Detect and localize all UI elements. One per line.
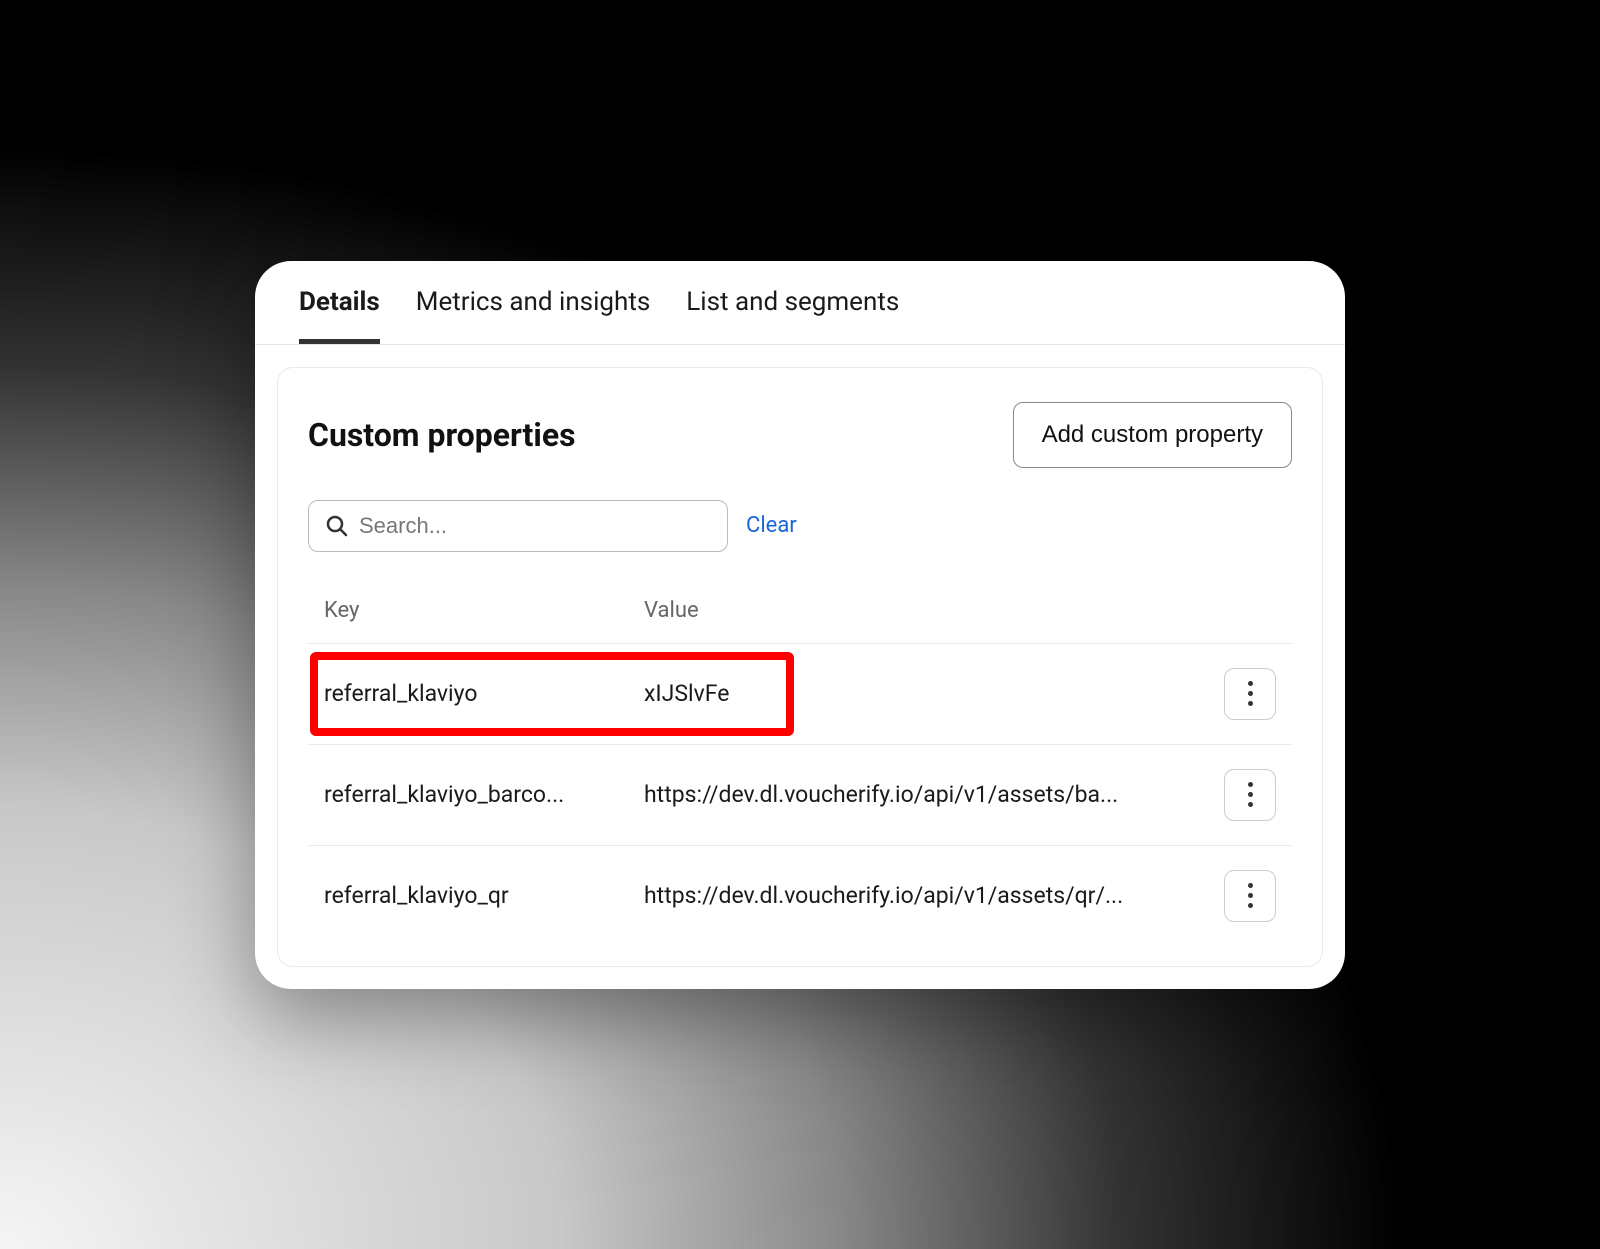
column-header-key: Key <box>324 598 644 623</box>
properties-table: Key Value referral_klaviyo xIJSlvFe r <box>308 588 1292 946</box>
tab-metrics-insights[interactable]: Metrics and insights <box>416 261 650 344</box>
cell-key: referral_klaviyo <box>324 680 644 707</box>
cell-actions <box>1206 769 1276 821</box>
card-header: Custom properties Add custom property <box>308 402 1292 468</box>
cell-actions <box>1206 870 1276 922</box>
content-area: Custom properties Add custom property Cl… <box>255 345 1345 989</box>
table-row: referral_klaviyo_barco... https://dev.dl… <box>308 745 1292 846</box>
tab-details[interactable]: Details <box>299 261 380 344</box>
row-actions-button[interactable] <box>1224 769 1276 821</box>
cell-key: referral_klaviyo_barco... <box>324 781 644 808</box>
add-custom-property-button[interactable]: Add custom property <box>1013 402 1292 468</box>
window-card: Details Metrics and insights List and se… <box>255 261 1345 989</box>
cell-actions <box>1206 668 1276 720</box>
cell-value: xIJSlvFe <box>644 680 1206 707</box>
table-row: referral_klaviyo xIJSlvFe <box>308 644 1292 745</box>
cell-value: https://dev.dl.voucherify.io/api/v1/asse… <box>644 882 1206 909</box>
search-input[interactable] <box>359 513 711 539</box>
search-icon <box>325 514 349 538</box>
column-header-actions <box>1206 598 1276 623</box>
clear-link[interactable]: Clear <box>746 513 797 538</box>
search-box[interactable] <box>308 500 728 552</box>
row-actions-button[interactable] <box>1224 870 1276 922</box>
table-row: referral_klaviyo_qr https://dev.dl.vouch… <box>308 846 1292 946</box>
cell-key: referral_klaviyo_qr <box>324 882 644 909</box>
row-actions-button[interactable] <box>1224 668 1276 720</box>
column-header-value: Value <box>644 598 1206 623</box>
cell-value: https://dev.dl.voucherify.io/api/v1/asse… <box>644 781 1206 808</box>
tab-list-segments[interactable]: List and segments <box>686 261 899 344</box>
tabs-bar: Details Metrics and insights List and se… <box>255 261 1345 345</box>
table-header: Key Value <box>308 588 1292 644</box>
custom-properties-card: Custom properties Add custom property Cl… <box>277 367 1323 967</box>
search-row: Clear <box>308 500 1292 552</box>
card-title: Custom properties <box>308 416 576 454</box>
